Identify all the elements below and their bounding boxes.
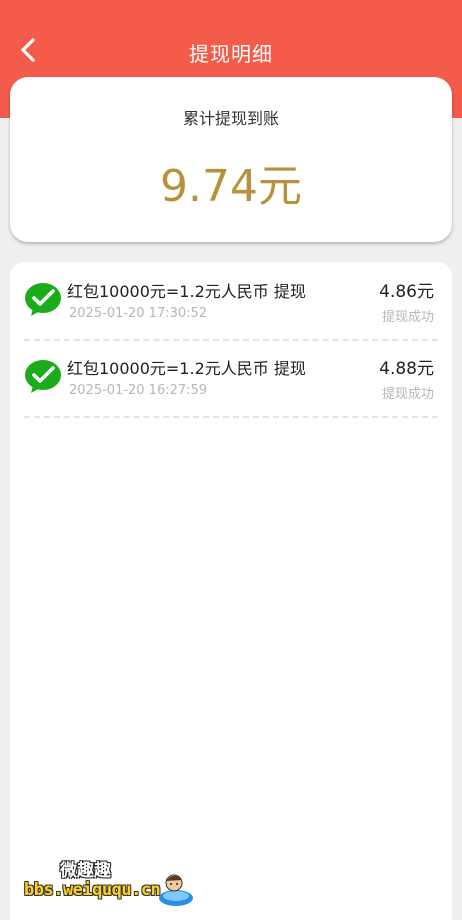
record-time: 2025-01-20 17:30:52 [69, 306, 208, 321]
wechat-pay-icon [25, 283, 61, 316]
summary-card: 累计提现到账 9.74元 [10, 77, 452, 242]
list-item[interactable]: 红包10000元=1.2元人民币 提现 2025-01-20 16:27:59 … [24, 339, 438, 418]
watermark-text: 微趣趣 [60, 861, 111, 881]
withdrawal-list: 红包10000元=1.2元人民币 提现 2025-01-20 17:30:52 … [10, 262, 452, 920]
record-title: 红包10000元=1.2元人民币 提现 [67, 282, 306, 301]
record-status: 提现成功 [381, 387, 434, 402]
wechat-pay-icon [25, 360, 61, 393]
list-item[interactable]: 红包10000元=1.2元人民币 提现 2025-01-20 17:30:52 … [24, 262, 438, 341]
page-title: 提现明细 [189, 42, 273, 66]
watermark-url: bbs.weiququ.cn [24, 880, 161, 900]
record-amount: 4.86元 [379, 282, 434, 302]
record-amount: 4.88元 [379, 359, 434, 379]
record-time: 2025-01-20 16:27:59 [69, 383, 208, 398]
mascot-icon [159, 874, 193, 906]
summary-amount: 9.74元 [160, 161, 302, 212]
record-title: 红包10000元=1.2元人民币 提现 [67, 359, 306, 378]
record-status: 提现成功 [381, 310, 434, 325]
summary-label: 累计提现到账 [182, 109, 279, 128]
